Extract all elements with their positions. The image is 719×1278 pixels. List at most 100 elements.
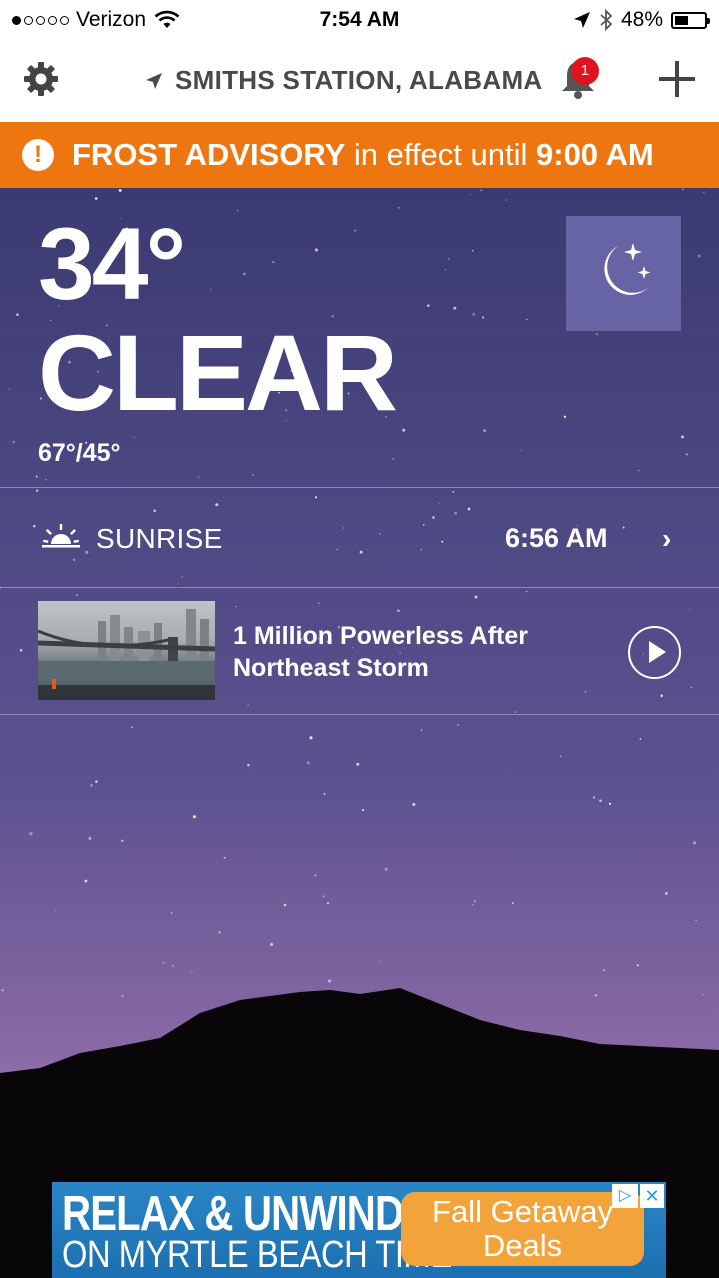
alert-icon: ! bbox=[22, 139, 54, 171]
star bbox=[133, 436, 135, 438]
star bbox=[471, 249, 474, 252]
star bbox=[596, 333, 598, 336]
star bbox=[95, 780, 98, 783]
star bbox=[392, 458, 394, 460]
star bbox=[427, 304, 430, 307]
star bbox=[563, 415, 567, 419]
sunrise-row[interactable]: SUNRISE 6:56 AM › bbox=[0, 488, 719, 588]
star bbox=[192, 815, 196, 819]
bluetooth-icon bbox=[600, 9, 613, 31]
star bbox=[520, 449, 522, 451]
add-location-button[interactable] bbox=[657, 57, 697, 102]
star bbox=[560, 755, 562, 758]
star bbox=[170, 911, 173, 915]
star bbox=[639, 738, 642, 740]
advisory-until: 9:00 AM bbox=[536, 137, 654, 172]
star bbox=[472, 903, 474, 906]
star bbox=[505, 199, 508, 201]
star bbox=[322, 895, 325, 898]
star bbox=[306, 761, 310, 765]
status-indicators: 48% bbox=[573, 8, 710, 32]
advisory-title: FROST ADVISORY bbox=[72, 137, 346, 172]
star bbox=[172, 965, 174, 967]
star bbox=[453, 306, 457, 310]
star bbox=[16, 313, 19, 316]
ad-subheadline: ON MYRTLE BEACH TIME bbox=[62, 1234, 452, 1276]
star bbox=[121, 839, 124, 842]
battery-percent: 48% bbox=[620, 8, 663, 31]
star bbox=[472, 313, 475, 316]
star bbox=[314, 248, 319, 252]
play-button[interactable] bbox=[628, 626, 681, 679]
divider bbox=[0, 714, 719, 715]
star bbox=[682, 188, 684, 191]
star bbox=[420, 728, 423, 732]
moon-stars-icon bbox=[604, 243, 651, 295]
ad-cta-line2: Deals bbox=[482, 1228, 563, 1263]
star bbox=[356, 762, 360, 766]
star bbox=[218, 931, 221, 934]
condition-icon-tile bbox=[566, 216, 681, 331]
chevron-right-icon: › bbox=[662, 523, 672, 554]
star bbox=[637, 469, 640, 472]
star bbox=[665, 892, 668, 895]
star bbox=[603, 969, 606, 972]
star bbox=[384, 867, 388, 871]
star bbox=[209, 288, 212, 291]
star bbox=[118, 188, 122, 192]
star bbox=[599, 799, 602, 802]
star bbox=[197, 476, 200, 479]
advisory-text: FROST ADVISORY in effect until 9:00 AM bbox=[72, 137, 654, 173]
gear-icon bbox=[24, 62, 58, 96]
weather-background: 34° CLEAR 67°/45° SUNRISE 6:56 AM › 1 Mi… bbox=[0, 188, 719, 1278]
location-arrow-icon bbox=[146, 72, 162, 89]
sunrise-icon bbox=[42, 524, 80, 548]
frost-advisory-banner[interactable]: ! FROST ADVISORY in effect until 9:00 AM bbox=[0, 122, 719, 188]
notification-badge: 1 bbox=[571, 57, 599, 85]
star bbox=[162, 961, 165, 964]
news-thumbnail bbox=[38, 601, 215, 700]
star bbox=[314, 874, 317, 877]
star bbox=[326, 902, 330, 905]
adchoices-icon[interactable]: ▷ bbox=[612, 1184, 638, 1208]
star bbox=[480, 189, 482, 192]
star bbox=[243, 272, 246, 276]
star bbox=[88, 836, 92, 840]
star bbox=[703, 191, 705, 193]
star bbox=[397, 206, 400, 209]
location-selector[interactable]: SMITHS STATION, ALABAMA bbox=[145, 65, 543, 96]
star bbox=[469, 193, 472, 195]
star bbox=[94, 197, 98, 200]
star bbox=[412, 803, 416, 806]
sunrise-time: 6:56 AM bbox=[505, 523, 608, 553]
ad-cta-button[interactable]: Fall Getaway Deals bbox=[401, 1192, 644, 1266]
star bbox=[84, 879, 88, 883]
star bbox=[35, 475, 38, 478]
current-condition: CLEAR bbox=[38, 312, 398, 433]
star bbox=[526, 318, 528, 321]
location-name: SMITHS STATION, ALABAMA bbox=[175, 65, 543, 95]
star bbox=[90, 783, 93, 787]
star bbox=[379, 960, 381, 963]
close-icon[interactable]: ✕ bbox=[640, 1184, 664, 1208]
sunrise-label: SUNRISE bbox=[96, 523, 223, 554]
star bbox=[481, 316, 485, 319]
app-header: SMITHS STATION, ALABAMA 1 bbox=[0, 40, 719, 122]
star bbox=[457, 724, 459, 726]
star bbox=[697, 254, 701, 258]
star bbox=[483, 429, 486, 432]
star bbox=[361, 808, 365, 812]
star bbox=[323, 793, 326, 795]
star bbox=[511, 902, 514, 904]
ad-banner[interactable]: RELAX & UNWIND ON MYRTLE BEACH TIME Fall… bbox=[52, 1182, 666, 1278]
star bbox=[29, 832, 33, 836]
news-video-row[interactable]: 1 Million Powerless After Northeast Stor… bbox=[0, 588, 719, 715]
star bbox=[447, 257, 450, 260]
star bbox=[474, 900, 476, 902]
settings-button[interactable] bbox=[22, 60, 60, 103]
star bbox=[223, 856, 226, 859]
advisory-middle: in effect until bbox=[345, 137, 536, 172]
star bbox=[54, 909, 57, 912]
battery-icon bbox=[671, 11, 710, 29]
star bbox=[12, 440, 15, 444]
